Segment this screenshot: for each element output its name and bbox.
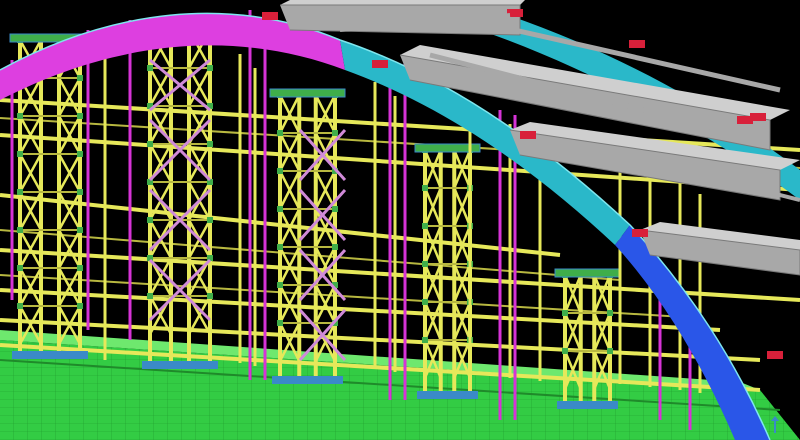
joint-marker xyxy=(520,131,536,139)
joint-marker xyxy=(767,351,783,359)
axis-triad-icon xyxy=(771,416,779,433)
joint-marker xyxy=(372,60,388,68)
joint-marker xyxy=(262,12,278,20)
3d-model-viewport[interactable] xyxy=(0,0,800,440)
bridge-scaffold-model xyxy=(0,0,800,440)
joint-marker xyxy=(629,40,645,48)
joint-marker xyxy=(737,116,753,124)
joint-marker xyxy=(632,229,648,237)
